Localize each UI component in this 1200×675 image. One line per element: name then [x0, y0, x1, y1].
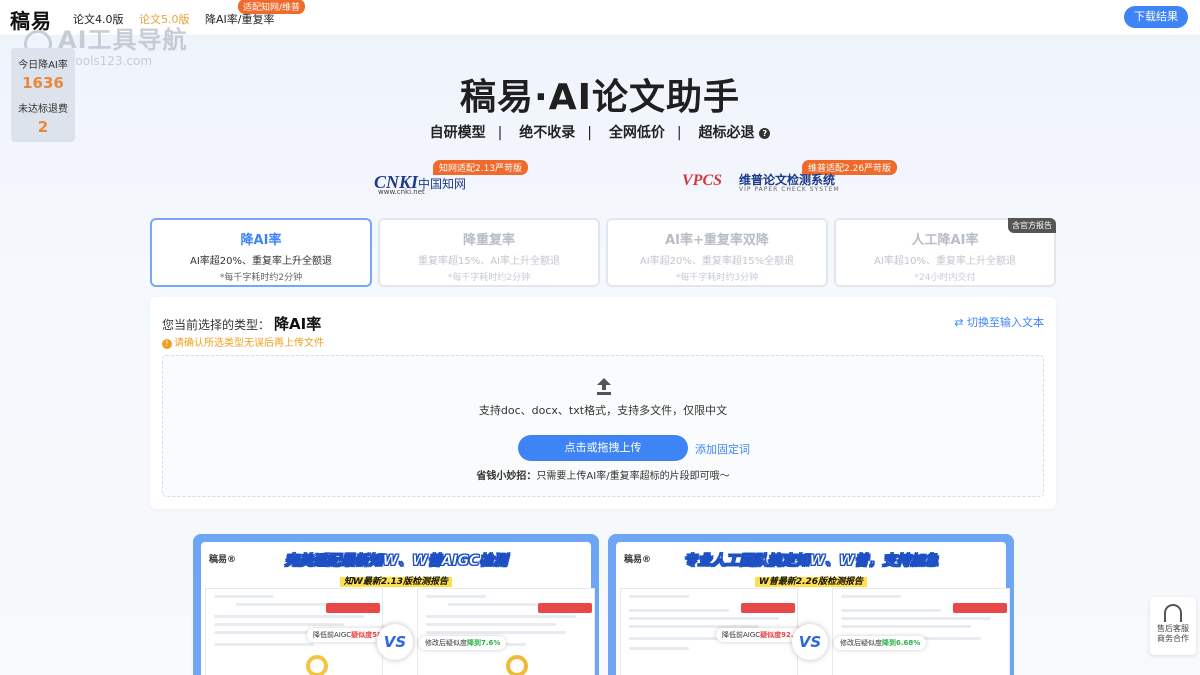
add-fixed-words-link[interactable]: 添加固定词: [695, 441, 750, 457]
mode-title: AI率+重复率双降: [665, 233, 769, 248]
mode-desc: 重复率超15%、AI率上升全额退: [417, 256, 561, 267]
selected-type-label: 您当前选择的类型：: [162, 318, 271, 332]
warning-label: 请确认所选类型无误后再上传文件: [174, 338, 324, 349]
mode-desc: AI率超10%、重复率上升全额退: [873, 256, 1017, 267]
report-doc-after: [417, 588, 595, 675]
upload-button[interactable]: 点击或拖拽上传: [518, 435, 688, 461]
vpcs-en-name: VIP PAPER CHECK SYSTEM: [739, 186, 840, 193]
mode-reduce-both[interactable]: AI率+重复率双降 AI率超20%、重复率超15%全额退 *每千字耗时约3分钟: [606, 218, 828, 287]
mode-title: 降AI率: [240, 233, 282, 248]
cnki-url: www.cnki.net: [378, 188, 425, 196]
mode-time: *每千字耗时约2分钟: [219, 273, 303, 283]
report-headline: 专业人工团队搞定知W、W普，支持加急: [683, 553, 939, 570]
selected-type-line: 您当前选择的类型： 降AI率: [162, 313, 321, 334]
mode-reduce-dup[interactable]: 降重复率 重复率超15%、AI率上升全额退 *每千字耗时约2分钟: [378, 218, 600, 287]
customer-service-button[interactable]: 售后客服 商务合作: [1150, 597, 1196, 655]
vs-badge: VS: [377, 624, 413, 660]
mode-time: *每千字耗时约2分钟: [447, 273, 531, 283]
after-score-pill: 修改后疑似度降到7.6%: [419, 636, 507, 650]
help-icon[interactable]: ?: [759, 127, 771, 139]
service-label-1: 售后客服: [1157, 624, 1189, 633]
file-drop-zone[interactable]: 支持doc、docx、txt格式，支持多文件，仅限中文 点击或拖拽上传 添加固定…: [162, 355, 1044, 497]
selected-type-value: 降AI率: [274, 315, 322, 333]
headset-icon: [1164, 604, 1182, 622]
warning-icon: !: [162, 339, 172, 349]
upload-panel: 您当前选择的类型： 降AI率 ⇄ 切换至输入文本 ! 请确认所选类型无误后再上传文件…: [150, 297, 1056, 509]
vs-badge: VS: [792, 624, 828, 660]
report-headline: 完美适配最新知W、W普AIGC检测: [284, 553, 508, 570]
report-doc-after: [832, 588, 1010, 675]
mode-time: *每千字耗时约3分钟: [675, 273, 759, 283]
switch-to-text-link[interactable]: ⇄ 切换至输入文本: [954, 314, 1044, 330]
after-score-pill: 修改后疑似度降到6.68%: [834, 636, 927, 650]
cnki-tag: 知网适配2.13严苛版: [433, 160, 529, 175]
report-subhead: W普最新2.26版检测报告: [616, 574, 1006, 587]
vpcs-logo: VPCS: [682, 172, 723, 189]
tip-text: 只需要上传AI率/重复率超标的片段即可哦～: [536, 471, 730, 482]
mode-manual-ai[interactable]: 人工降AI率 AI率超10%、重复率上升全额退 *24小时内交付 含官方报告: [834, 218, 1056, 287]
report-card: 稿易® 专业人工团队搞定知W、W普，支持加急 W普最新2.26版检测报告 降低前…: [616, 542, 1010, 675]
report-card: 稿易® 完美适配最新知W、W普AIGC检测 知W最新2.13版检测报告 降低前A…: [201, 542, 595, 675]
report-subhead: 知W最新2.13版检测报告: [201, 574, 591, 587]
download-results-button[interactable]: 下载结果: [1124, 6, 1188, 28]
money-saving-tip: 省钱小妙招：只需要上传AI率/重复率超标的片段即可哦～: [163, 467, 1043, 482]
mode-reduce-ai[interactable]: 降AI率 AI率超20%、重复率上升全额退 *每千字耗时约2分钟: [150, 218, 372, 287]
service-label-2: 商务合作: [1157, 634, 1189, 643]
mode-desc: AI率超20%、重复率上升全额退: [189, 256, 333, 267]
cnki-cn-name: 中国知网: [418, 177, 467, 191]
mode-title: 降重复率: [462, 233, 515, 248]
feature-item: 超标必退: [698, 125, 755, 141]
supported-formats: 支持doc、docx、txt格式，支持多文件，仅限中文: [478, 404, 728, 417]
page-title: 稿易·AI论文助手: [460, 77, 740, 118]
report-preview-cnki[interactable]: 稿易® 完美适配最新知W、W普AIGC检测 知W最新2.13版检测报告 降低前A…: [193, 534, 599, 675]
feature-item: 全网低价: [608, 125, 665, 141]
mode-time: *24小时内交付: [914, 273, 976, 283]
feature-list: 自研模型 | 绝不收录 | 全网低价 | 超标必退 ?: [0, 122, 1200, 142]
watermark-text: AI工具导航: [58, 26, 188, 54]
warning-text: ! 请确认所选类型无误后再上传文件: [162, 334, 324, 349]
official-report-badge: 含官方报告: [1008, 218, 1056, 233]
tip-label: 省钱小妙招：: [476, 471, 537, 482]
upload-icon: [597, 378, 611, 395]
mode-desc: AI率超20%、重复率超15%全额退: [639, 256, 795, 267]
feature-item: 自研模型: [429, 125, 486, 141]
report-preview-vpcs[interactable]: 稿易® 专业人工团队搞定知W、W普，支持加急 W普最新2.26版检测报告 降低前…: [608, 534, 1014, 675]
nav-badge: 适配知网/维普: [238, 0, 306, 14]
feature-item: 绝不收录: [519, 125, 576, 141]
